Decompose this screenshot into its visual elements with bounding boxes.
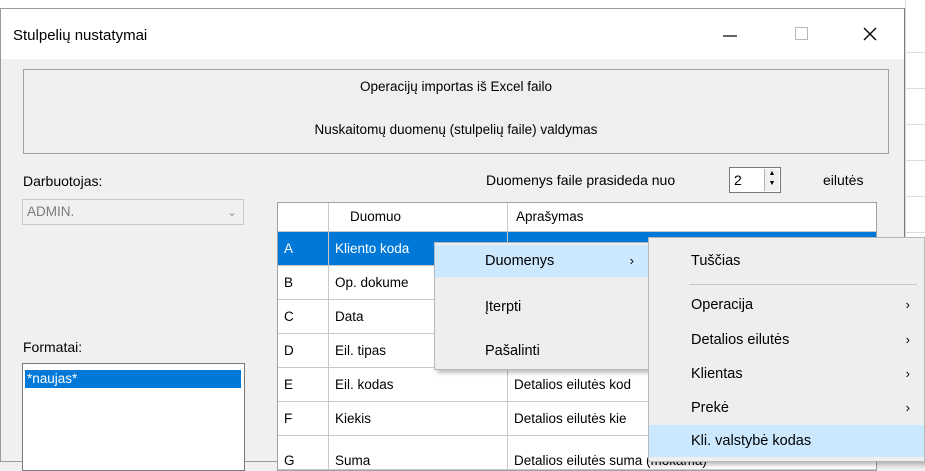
column-header-description[interactable]: Aprašymas: [516, 203, 584, 231]
submenu-item-klientas[interactable]: Klientas ›: [649, 358, 924, 390]
employee-value: ADMIN.: [27, 204, 75, 219]
menu-item-label: Klientas: [691, 366, 743, 382]
formats-list[interactable]: *naujas*: [22, 363, 245, 471]
chevron-right-icon: ›: [629, 253, 634, 268]
window-title: Stulpelių nustatymai: [13, 27, 148, 44]
minimize-button[interactable]: [701, 9, 759, 59]
spin-down-icon[interactable]: ▼: [765, 179, 779, 189]
row-data[interactable]: Kiekis: [329, 402, 508, 436]
row-letter[interactable]: F: [278, 402, 329, 436]
menu-item-duomenys[interactable]: Duomenys ›: [435, 245, 648, 277]
employee-label: Darbuotojas:: [23, 173, 103, 189]
spinner-buttons[interactable]: ▲ ▼: [764, 169, 779, 191]
import-info-panel: Operacijų importas iš Excel failo Nuskai…: [23, 69, 889, 154]
context-menu: Duomenys › Įterpti Pašalinti: [434, 242, 649, 370]
menu-item-label: Tuščias: [691, 253, 741, 269]
start-row-suffix: eilutės: [823, 172, 864, 188]
submenu-item-tuscias[interactable]: Tuščias: [649, 245, 924, 277]
column-header-data[interactable]: Duomuo: [350, 203, 401, 231]
menu-item-label: Prekė: [691, 400, 729, 416]
maximize-button[interactable]: [773, 9, 831, 59]
import-title: Operacijų importas iš Excel failo: [359, 79, 553, 94]
start-row-label: Duomenys faile prasideda nuo: [486, 172, 676, 188]
employee-select[interactable]: ADMIN. ⌄: [22, 199, 244, 225]
list-item[interactable]: *naujas*: [25, 370, 241, 388]
import-subtitle: Nuskaitomų duomenų (stulpelių faile) val…: [314, 122, 598, 137]
chevron-right-icon: ›: [905, 400, 910, 415]
submenu-item-operacija[interactable]: Operacija ›: [649, 289, 924, 321]
menu-item-label: Pašalinti: [485, 343, 540, 359]
data-submenu: Tuščias Operacija › Detalios eilutės › K…: [648, 237, 925, 462]
close-icon: [863, 27, 877, 41]
menu-item-pasalinti[interactable]: Pašalinti: [435, 335, 648, 367]
formats-label: Formatai:: [23, 339, 83, 355]
row-letter[interactable]: A: [278, 232, 329, 266]
maximize-icon: [795, 27, 808, 40]
row-letter[interactable]: B: [278, 266, 329, 300]
start-row-spinner[interactable]: 2 ▲ ▼: [729, 167, 781, 193]
menu-item-label: Operacija: [691, 297, 754, 313]
row-letter[interactable]: C: [278, 300, 329, 334]
submenu-item-kli-valstybe-kodas[interactable]: Kli. valstybė kodas: [649, 425, 924, 457]
submenu-item-preke[interactable]: Prekė ›: [649, 392, 924, 424]
spin-up-icon[interactable]: ▲: [765, 169, 779, 179]
row-letter[interactable]: G: [278, 436, 329, 470]
row-data[interactable]: Eil. kodas: [329, 368, 508, 402]
chevron-right-icon: ›: [905, 366, 910, 381]
row-letter[interactable]: E: [278, 368, 329, 402]
menu-item-label: Detalios eilutės: [691, 332, 790, 348]
row-data[interactable]: Suma: [329, 436, 508, 470]
chevron-right-icon: ›: [905, 332, 910, 347]
submenu-item-detalios-eilutes[interactable]: Detalios eilutės ›: [649, 324, 924, 356]
minimize-icon: [723, 35, 737, 37]
menu-item-label: Duomenys: [485, 253, 555, 269]
menu-separator: [689, 284, 917, 285]
menu-item-label: Kli. valstybė kodas: [691, 433, 812, 449]
row-letter[interactable]: D: [278, 334, 329, 368]
chevron-down-icon: ⌄: [226, 205, 237, 219]
close-button[interactable]: [841, 9, 899, 59]
title-bar: Stulpelių nustatymai: [1, 9, 904, 59]
menu-item-label: Įterpti: [485, 299, 522, 315]
chevron-right-icon: ›: [905, 297, 910, 312]
start-row-value: 2: [734, 172, 742, 188]
menu-item-iterpti[interactable]: Įterpti: [435, 291, 648, 323]
